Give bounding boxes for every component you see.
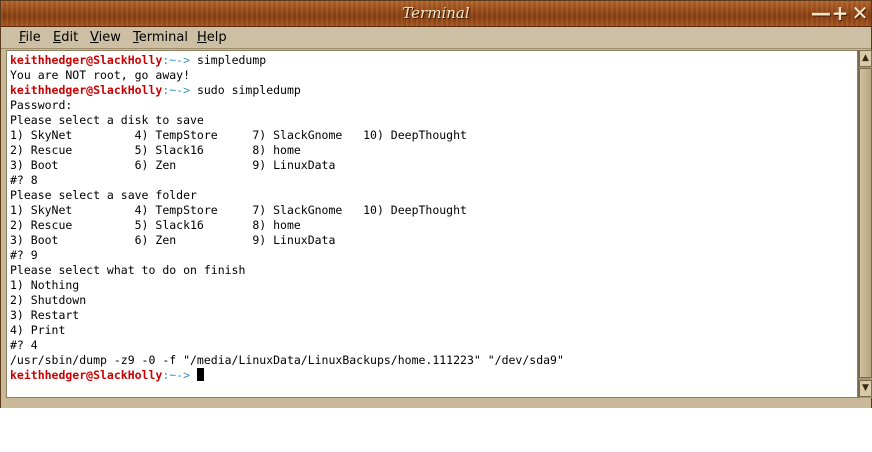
output-line: 3) Boot 6) Zen 9) LinuxData: [10, 233, 336, 247]
menu-help[interactable]: Help: [197, 30, 227, 45]
output-line: 1) Nothing: [10, 278, 80, 292]
terminal-text: keithhedger@SlackHolly:~-> simpledump You…: [10, 53, 564, 383]
prompt-separator: :~->: [162, 83, 197, 97]
output-line: 2) Shutdown: [10, 293, 87, 307]
output-line: Password:: [10, 98, 73, 112]
menu-edit[interactable]: Edit: [53, 30, 78, 45]
minimize-icon[interactable]: —: [811, 3, 831, 23]
output-line: 3) Boot 6) Zen 9) LinuxData: [10, 158, 336, 172]
close-icon[interactable]: ✕: [851, 3, 869, 23]
command-text: simpledump: [196, 53, 267, 67]
output-line: #? 9: [10, 248, 38, 262]
output-line: 2) Rescue 5) Slack16 8) home: [10, 143, 301, 157]
output-line: You are NOT root, go away!: [10, 68, 191, 82]
output-line: Please select a disk to save: [10, 113, 204, 127]
menu-file[interactable]: File: [19, 30, 41, 45]
command-text: sudo simpledump: [196, 83, 301, 97]
prompt-separator: :~->: [162, 53, 197, 67]
prompt-user: keithhedger@SlackHolly: [10, 368, 163, 382]
terminal-window: Terminal — + ✕ File Edit View Terminal H…: [0, 0, 872, 408]
output-line: 1) SkyNet 4) TempStore 7) SlackGnome 10)…: [10, 203, 467, 217]
menu-view[interactable]: View: [90, 30, 121, 45]
output-line: 1) SkyNet 4) TempStore 7) SlackGnome 10)…: [10, 128, 467, 142]
output-line: #? 8: [10, 173, 38, 187]
scroll-down-icon[interactable]: ▼: [859, 380, 872, 397]
prompt-line: keithhedger@SlackHolly:~-> sudo simpledu…: [10, 83, 564, 98]
prompt-user: keithhedger@SlackHolly: [10, 53, 163, 67]
terminal-output[interactable]: keithhedger@SlackHolly:~-> simpledump You…: [6, 50, 858, 398]
prompt-line: keithhedger@SlackHolly:~-> simpledump: [10, 53, 564, 68]
prompt-line: keithhedger@SlackHolly:~->: [10, 368, 564, 383]
title-bar[interactable]: Terminal — + ✕: [1, 1, 871, 27]
output-line: /usr/sbin/dump -z9 -0 -f "/media/LinuxDa…: [10, 353, 564, 367]
output-line: 4) Print: [10, 323, 66, 337]
scroll-up-icon[interactable]: ▲: [859, 50, 872, 67]
window-bottom-border: [1, 398, 871, 408]
menu-terminal[interactable]: Terminal: [133, 30, 188, 45]
output-line: 2) Rescue 5) Slack16 8) home: [10, 218, 301, 232]
text-cursor: [196, 368, 204, 381]
output-line: Please select what to do on finish: [10, 263, 246, 277]
output-line: #? 4: [10, 338, 38, 352]
prompt-user: keithhedger@SlackHolly: [10, 83, 163, 97]
window-title: Terminal: [402, 4, 470, 22]
output-line: 3) Restart: [10, 308, 80, 322]
prompt-separator: :~->: [162, 368, 197, 382]
menu-bar: File Edit View Terminal Help: [1, 27, 871, 49]
scroll-thumb[interactable]: [859, 68, 872, 378]
maximize-icon[interactable]: +: [831, 3, 849, 23]
output-line: Please select a save folder: [10, 188, 197, 202]
vertical-scrollbar[interactable]: ▲ ▼: [858, 50, 872, 398]
